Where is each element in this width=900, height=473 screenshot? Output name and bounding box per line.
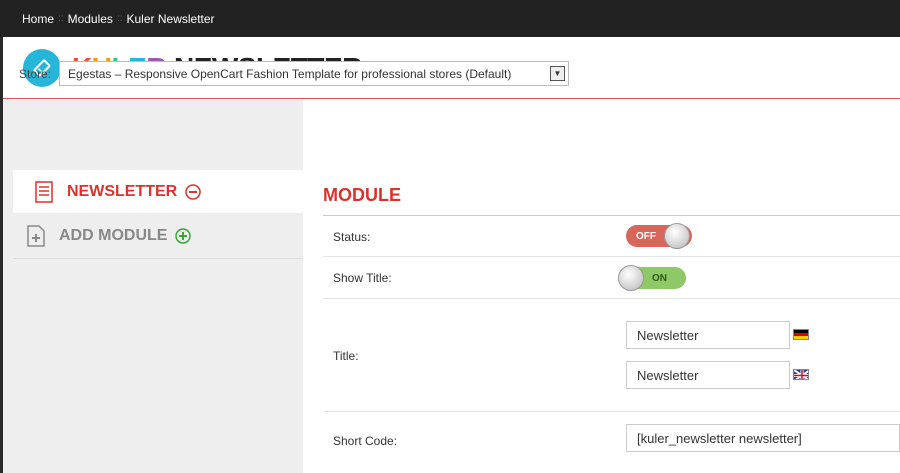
sidebar: NEWSLETTER ADD MODULE: [3, 100, 303, 473]
short-code-input[interactable]: [kuler_newsletter newsletter]: [626, 424, 900, 452]
show-title-toggle-label: ON: [652, 272, 667, 284]
breadcrumb-separator: ::: [58, 13, 64, 24]
gb-flag-icon: [793, 369, 809, 380]
title-row: Title: Newsletter Newsletter: [323, 299, 900, 412]
store-select-value: Egestas – Responsive OpenCart Fashion Te…: [68, 66, 512, 81]
tab-newsletter[interactable]: NEWSLETTER: [13, 170, 303, 213]
tab-add-module[interactable]: ADD MODULE: [13, 213, 303, 259]
title-input-en[interactable]: Newsletter: [626, 361, 790, 389]
add-document-icon: [27, 224, 45, 247]
module-content: MODULE Status: OFF Show Title: ON Title:…: [303, 100, 900, 473]
status-row: Status: OFF: [323, 216, 900, 257]
de-flag-icon: [793, 329, 809, 340]
store-selector-row: Store: Egestas – Responsive OpenCart Fas…: [19, 61, 570, 86]
store-select[interactable]: Egestas – Responsive OpenCart Fashion Te…: [59, 61, 570, 86]
store-label: Store:: [19, 66, 52, 81]
title-input-de[interactable]: Newsletter: [626, 321, 790, 349]
list-document-icon: [35, 180, 53, 203]
short-code-row: Short Code: [kuler_newsletter newsletter…: [323, 412, 900, 473]
breadcrumb-separator: ::: [116, 13, 123, 24]
chevron-down-icon[interactable]: ▼: [550, 66, 566, 81]
breadcrumb: Home :: Modules :: Kuler Newsletter: [0, 0, 900, 37]
remove-circle-icon[interactable]: [185, 183, 201, 200]
toggle-knob: [618, 265, 644, 291]
breadcrumb-current[interactable]: Kuler Newsletter: [127, 12, 215, 26]
breadcrumb-modules[interactable]: Modules: [68, 12, 113, 26]
add-circle-icon[interactable]: [175, 227, 192, 244]
status-label: Status:: [333, 230, 371, 244]
status-toggle-label: OFF: [636, 230, 656, 242]
toggle-knob: [664, 223, 690, 249]
title-label: Title:: [333, 349, 359, 363]
short-code-label: Short Code:: [333, 434, 398, 448]
tab-newsletter-label: NEWSLETTER: [67, 182, 178, 200]
breadcrumb-home[interactable]: Home: [22, 12, 54, 26]
show-title-label: Show Title:: [333, 271, 392, 285]
show-title-toggle[interactable]: ON: [618, 265, 686, 291]
status-toggle[interactable]: OFF: [626, 223, 692, 249]
show-title-row: Show Title: ON: [323, 257, 900, 299]
section-title: MODULE: [323, 185, 401, 205]
main-panel: KULERNEWSLETTER NEWSLETTER: [3, 37, 900, 473]
tab-add-module-label: ADD MODULE: [59, 226, 168, 244]
